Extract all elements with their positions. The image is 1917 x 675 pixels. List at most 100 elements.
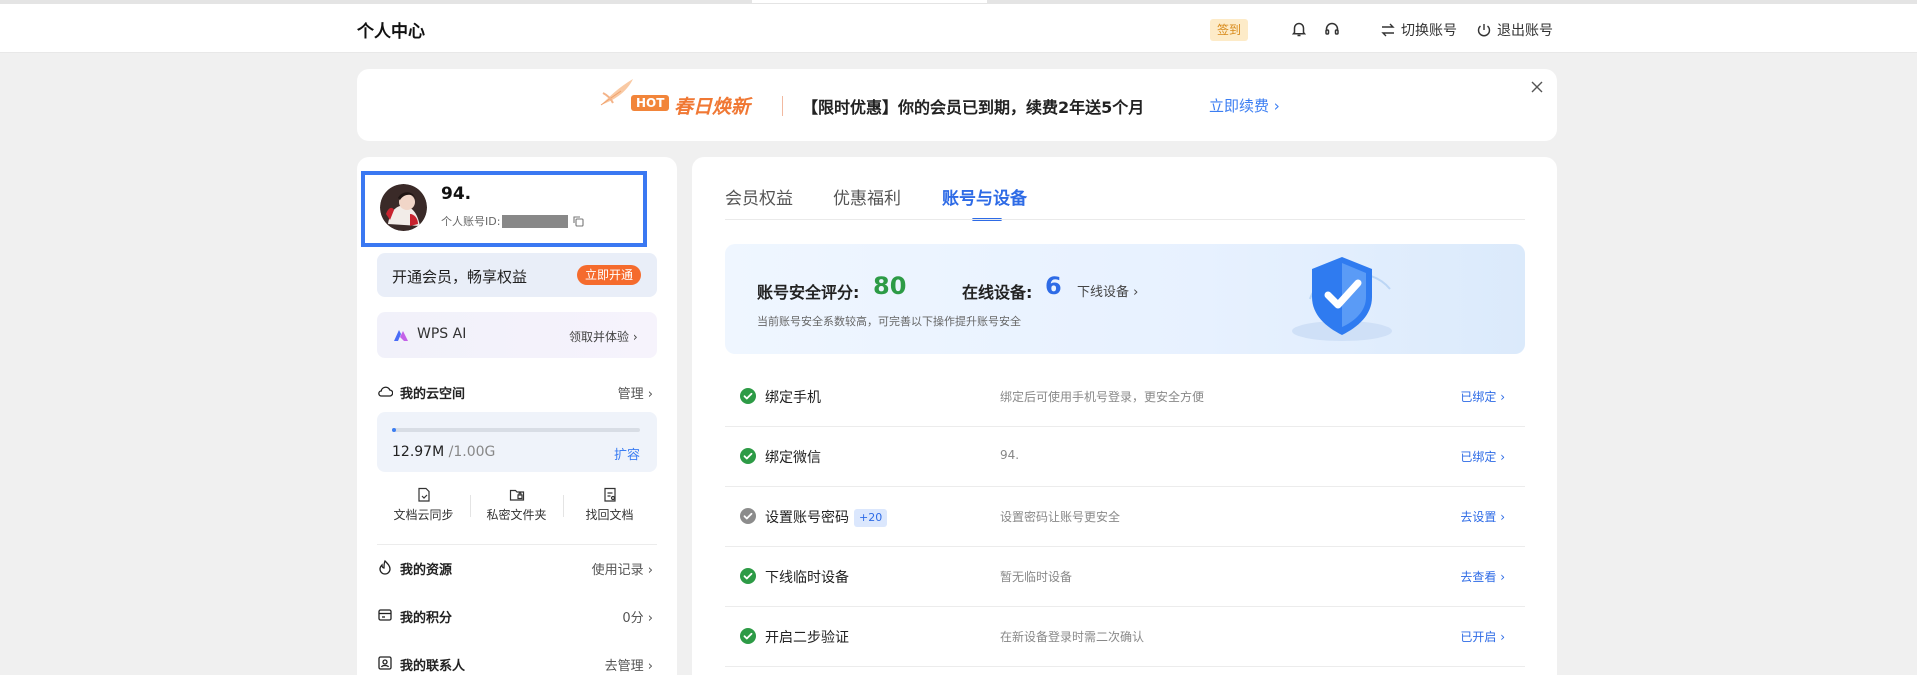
online-devices-label: 在线设备: [962, 283, 1033, 302]
security-score-card: 账号安全评分: 80 在线设备: 6 下线设备 › 当前账号安全系数较高，可完善… [725, 244, 1525, 354]
security-item-action-label: 已开启 [1460, 630, 1497, 644]
security-item-action[interactable]: 已绑定 › [1460, 388, 1505, 405]
contacts-icon [377, 655, 393, 671]
check-circle-icon [740, 568, 756, 584]
switch-account-link[interactable]: 切换账号 [1380, 20, 1457, 40]
switch-icon [1381, 23, 1395, 37]
my-contacts-row[interactable]: 我的联系人 去管理 › [377, 653, 657, 675]
tab-discounts[interactable]: 优惠福利 [833, 184, 901, 209]
security-item-action-label: 去设置 [1460, 510, 1497, 524]
expand-storage-link[interactable]: 扩容 [614, 444, 640, 463]
headset-icon[interactable] [1323, 20, 1341, 38]
security-item-title: 设置账号密码 +20 [765, 507, 888, 527]
tool-recover-doc[interactable]: 找回文档 [563, 487, 656, 523]
security-item-row: 下线临时设备 暂无临时设备 去查看 › [725, 547, 1525, 607]
points-badge: +20 [854, 509, 888, 527]
wps-ai-link-label: 领取并体验 [569, 330, 630, 344]
security-item-action-label: 去查看 [1460, 570, 1497, 584]
check-circle-icon [740, 388, 756, 404]
open-vip-button[interactable]: 立即开通 [577, 265, 642, 285]
security-item-title: 绑定手机 [765, 387, 821, 407]
my-points-row[interactable]: 我的积分 0分 › [377, 605, 657, 627]
wps-ai-label: WPS AI [417, 326, 467, 342]
private-folder-icon [509, 487, 525, 503]
section-link[interactable]: 使用记录 › [592, 559, 653, 578]
security-item-title: 绑定微信 [765, 447, 821, 467]
tool-label: 文档云同步 [393, 508, 454, 522]
campaign-title: 春日焕新 [674, 96, 751, 118]
security-item-desc: 绑定后可使用手机号登录，更安全方便 [1000, 390, 1205, 404]
security-item-row: 设置账号密码 +20 设置密码让账号更安全 去设置 › [725, 487, 1525, 547]
user-info-box[interactable]: 94. 个人账号ID: [361, 171, 647, 247]
tool-label: 找回文档 [585, 508, 634, 522]
security-item-desc: 设置密码让账号更安全 [1000, 510, 1121, 524]
cloud-manage-link[interactable]: 管理 › [618, 383, 653, 402]
security-note: 当前账号安全系数较高，可完善以下操作提升账号安全 [757, 315, 1021, 328]
top-header: 个人中心 签到 切换账号 退出账号 [0, 4, 1917, 53]
hot-badge: HOT [631, 95, 670, 111]
security-item-action[interactable]: 去查看 › [1460, 568, 1505, 585]
section-link-label: 0分 [622, 611, 644, 626]
divider [377, 544, 657, 545]
section-link-label: 去管理 [604, 659, 644, 674]
wps-ai-card[interactable]: WPS AI 领取并体验 › [377, 312, 657, 358]
tool-private-folder[interactable]: 私密文件夹 [470, 487, 563, 523]
copy-icon[interactable] [572, 215, 585, 228]
security-item-desc: 暂无临时设备 [1000, 570, 1073, 584]
power-icon [1477, 24, 1491, 37]
browser-tab-hint [752, 0, 987, 3]
check-circle-icon [740, 628, 756, 644]
tab-member-benefits[interactable]: 会员权益 [725, 184, 793, 209]
vip-promo[interactable]: 开通会员，畅享权益 立即开通 [377, 253, 657, 297]
wps-ai-link[interactable]: 领取并体验 › [569, 328, 638, 345]
banner-message: 【限时优惠】你的会员已到期，续费2年送5个月 [802, 98, 1145, 117]
tool-label: 私密文件夹 [486, 508, 547, 522]
account-main-panel: 会员权益 优惠福利 账号与设备 账号安全评分: 80 在线设备: 6 下线设备 … [692, 157, 1557, 675]
redacted-id [502, 214, 569, 228]
pending-check-icon [740, 508, 756, 524]
signin-button[interactable]: 签到 [1210, 19, 1249, 41]
points-icon [377, 607, 393, 623]
offline-devices-link[interactable]: 下线设备 › [1077, 281, 1138, 300]
security-item-title: 下线临时设备 [765, 567, 849, 587]
cloud-icon [377, 383, 394, 399]
security-item-action[interactable]: 已开启 › [1460, 628, 1505, 645]
recover-doc-icon [602, 487, 618, 503]
security-item-label: 绑定手机 [765, 390, 821, 406]
security-item-label: 设置账号密码 [765, 510, 849, 526]
tab-account-devices[interactable]: 账号与设备 [942, 184, 1027, 209]
bell-icon[interactable] [1290, 20, 1308, 38]
tool-doc-sync[interactable]: 文档云同步 [377, 487, 470, 523]
section-title: 我的联系人 [400, 659, 466, 674]
logout-label: 退出账号 [1497, 23, 1553, 39]
security-item-action[interactable]: 去设置 › [1460, 508, 1505, 525]
section-link[interactable]: 去管理 › [605, 655, 653, 674]
close-icon[interactable] [1529, 79, 1545, 95]
security-item-action-label: 已绑定 [1460, 450, 1497, 464]
cloud-space-title: 我的云空间 [400, 387, 466, 402]
avatar[interactable] [380, 184, 427, 231]
section-title: 我的积分 [400, 611, 453, 626]
section-title: 我的资源 [400, 563, 453, 578]
security-item-row: 开启二步验证 在新设备登录时需二次确认 已开启 › [725, 607, 1525, 667]
check-circle-icon [740, 448, 756, 464]
security-item-desc: 在新设备登录时需二次确认 [1000, 630, 1145, 644]
cloud-tools: 文档云同步 私密文件夹 找回文档 [377, 487, 657, 537]
account-id: 个人账号ID: [441, 213, 585, 229]
security-item-row: 绑定手机 绑定后可使用手机号登录，更安全方便 已绑定 › [725, 367, 1525, 427]
security-item-action[interactable]: 已绑定 › [1460, 448, 1505, 465]
renew-link[interactable]: 立即续费 › [1209, 95, 1280, 116]
my-resources-row[interactable]: 我的资源 使用记录 › [377, 557, 657, 579]
cloud-usage-box: 12.97M /1.00G 扩容 [377, 412, 657, 472]
switch-account-label: 切换账号 [1401, 23, 1457, 39]
doc-sync-icon [416, 487, 432, 503]
offline-devices-label: 下线设备 [1077, 285, 1130, 300]
renew-label: 立即续费 [1209, 97, 1270, 115]
shield-icon [1292, 257, 1392, 341]
cloud-manage-label: 管理 [617, 387, 644, 402]
resources-icon [377, 559, 393, 575]
logout-link[interactable]: 退出账号 [1476, 20, 1553, 40]
divider [725, 219, 1525, 220]
page-title: 个人中心 [357, 22, 425, 42]
section-link[interactable]: 0分 › [622, 607, 653, 626]
